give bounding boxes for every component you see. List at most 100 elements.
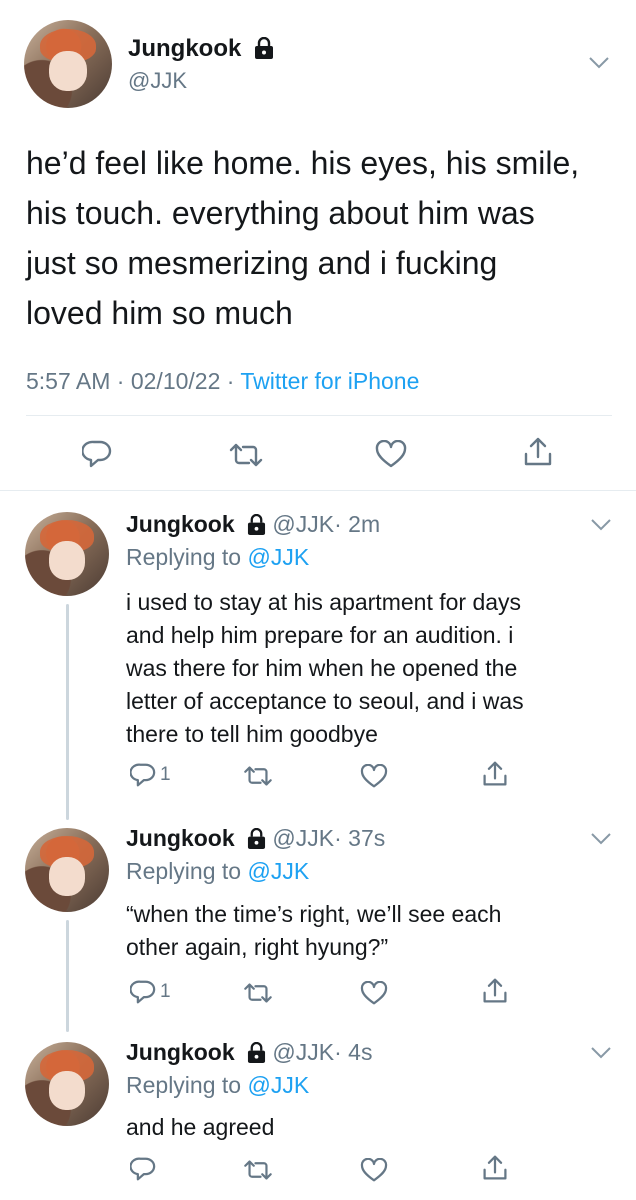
retweet-icon	[244, 1160, 272, 1180]
tweet-text-line: loved him so much	[26, 295, 293, 331]
reply-header: Jungkook @JJK· 2m	[126, 510, 380, 541]
reply-button[interactable]	[82, 440, 112, 468]
like-icon	[360, 1158, 388, 1182]
tweet-text: he’d feel like home. his eyes, his smile…	[26, 138, 579, 338]
chevron-down-icon[interactable]	[590, 1046, 612, 1060]
lock-icon	[247, 513, 266, 541]
share-button[interactable]	[523, 436, 553, 468]
tweet-time[interactable]: 5:57 AM	[26, 368, 110, 394]
retweet-icon	[229, 443, 263, 467]
author-name[interactable]: Jungkook	[126, 1039, 235, 1065]
like-button[interactable]	[375, 440, 407, 468]
reply-text-line: there to tell him goodbye	[126, 721, 378, 747]
replying-to: Replying to @JJK	[126, 857, 309, 885]
divider	[26, 415, 612, 416]
author-row: Jungkook	[128, 35, 274, 66]
chevron-down-icon[interactable]	[588, 56, 610, 70]
author-handle[interactable]: @JJK	[272, 1039, 334, 1065]
lock-icon	[247, 827, 266, 855]
lock-icon	[247, 1041, 266, 1069]
reply-icon	[130, 763, 156, 787]
reply-button[interactable]	[130, 1157, 160, 1181]
tweet-text-line: just so mesmerizing and i fucking	[26, 245, 498, 281]
reply-text-line: was there for him when he opened the	[126, 655, 518, 681]
reply-age: · 37s	[334, 825, 386, 851]
reply-icon	[130, 980, 156, 1004]
reply-text-line: and help him prepare for an audition. i	[126, 622, 514, 648]
reply-text-line: i used to stay at his apartment for days	[126, 589, 522, 615]
avatar[interactable]	[25, 828, 109, 912]
author-name[interactable]: Jungkook	[126, 825, 235, 851]
tweet-text-line: his touch. everything about him was	[26, 195, 535, 231]
like-icon	[375, 440, 407, 468]
reply-text: and he agreed	[126, 1111, 274, 1144]
reply-text: “when the time’s right, we’ll see each o…	[126, 898, 501, 964]
reply-text-line: and he agreed	[126, 1114, 275, 1140]
reply-text-line: other again, right hyung?”	[126, 934, 389, 960]
avatar-face	[48, 1071, 86, 1111]
replying-to-handle[interactable]: @JJK	[247, 544, 309, 570]
share-button[interactable]	[482, 1154, 508, 1182]
retweet-icon	[244, 983, 272, 1003]
avatar-face	[48, 50, 88, 92]
reply-text-line: letter of acceptance to seoul, and i was	[126, 688, 524, 714]
replying-to-handle[interactable]: @JJK	[247, 1072, 309, 1098]
reply-icon	[82, 440, 112, 468]
author-handle[interactable]: @JJK	[128, 68, 187, 94]
author-handle[interactable]: @JJK	[272, 825, 334, 851]
meta-separator: ·	[220, 368, 241, 394]
reply-age: · 4s	[334, 1039, 373, 1065]
reply-count: 1	[160, 764, 171, 785]
chevron-down-icon[interactable]	[590, 518, 612, 532]
replying-to-handle[interactable]: @JJK	[247, 858, 309, 884]
author-name[interactable]: Jungkook	[126, 511, 235, 537]
lock-icon	[254, 36, 274, 66]
share-icon	[483, 761, 507, 786]
like-button[interactable]	[360, 764, 388, 788]
reply-icon	[130, 1157, 156, 1181]
replying-to-label: Replying to	[126, 1072, 248, 1098]
share-button[interactable]	[482, 977, 508, 1005]
reply-count: 1	[160, 981, 171, 1002]
replying-to: Replying to @JJK	[126, 1071, 309, 1099]
tweet-source[interactable]: Twitter for iPhone	[240, 368, 419, 394]
author-name[interactable]: Jungkook	[128, 35, 241, 62]
retweet-button[interactable]	[243, 1159, 273, 1181]
avatar[interactable]	[25, 1042, 109, 1126]
replying-to-label: Replying to	[126, 544, 248, 570]
replying-to-label: Replying to	[126, 858, 248, 884]
like-icon	[360, 981, 388, 1005]
meta-separator: ·	[110, 368, 131, 394]
retweet-button[interactable]	[229, 442, 263, 468]
avatar[interactable]	[24, 20, 112, 108]
retweet-button[interactable]	[243, 982, 273, 1004]
reply-header: Jungkook @JJK· 4s	[126, 1038, 372, 1069]
author-handle[interactable]: @JJK	[272, 511, 334, 537]
tweet-text-line: he’d feel like home. his eyes, his smile…	[26, 145, 580, 181]
like-button[interactable]	[360, 981, 388, 1005]
share-icon	[524, 437, 552, 466]
divider	[0, 490, 636, 491]
retweet-button[interactable]	[243, 765, 273, 787]
like-icon	[360, 764, 388, 788]
avatar[interactable]	[25, 512, 109, 596]
avatar-face	[48, 541, 86, 581]
reply-age: · 2m	[334, 511, 381, 537]
chevron-down-icon[interactable]	[590, 832, 612, 846]
thread-line	[66, 920, 69, 1032]
reply-header: Jungkook @JJK· 37s	[126, 824, 385, 855]
tweet-meta: 5:57 AM · 02/10/22 · Twitter for iPhone	[26, 368, 419, 395]
thread-line	[66, 604, 69, 820]
share-button[interactable]	[482, 760, 508, 788]
share-icon	[483, 1155, 507, 1180]
reply-button[interactable]: 1	[130, 763, 171, 787]
reply-button[interactable]: 1	[130, 980, 171, 1004]
reply-text: i used to stay at his apartment for days…	[126, 586, 524, 751]
like-button[interactable]	[360, 1158, 388, 1182]
replying-to: Replying to @JJK	[126, 543, 309, 571]
avatar-face	[48, 857, 86, 897]
share-icon	[483, 978, 507, 1003]
retweet-icon	[244, 766, 272, 786]
tweet-date[interactable]: 02/10/22	[131, 368, 221, 394]
reply-text-line: “when the time’s right, we’ll see each	[126, 901, 502, 927]
